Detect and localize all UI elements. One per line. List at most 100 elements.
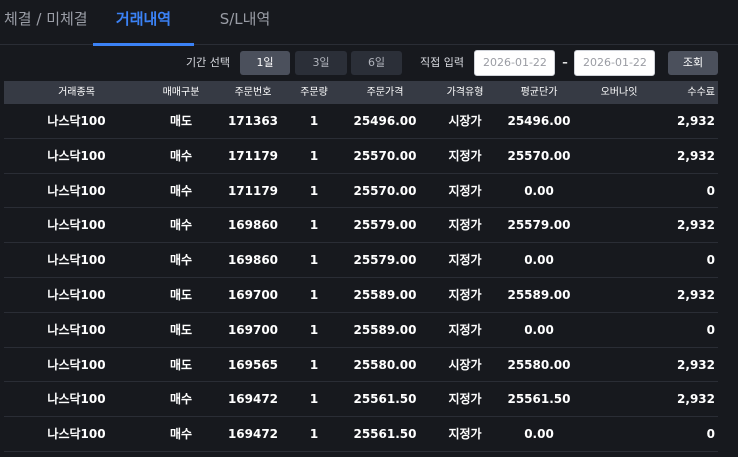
cell-side: 매수 xyxy=(169,253,193,268)
cell-price-type: 지정가 xyxy=(448,253,482,268)
cell-price-type: 지정가 xyxy=(448,392,482,407)
cell-side: 매수 xyxy=(169,148,193,163)
cell-fee: 0 xyxy=(706,322,715,337)
cell-overnight xyxy=(583,104,655,138)
cell-qty: 1 xyxy=(309,183,319,198)
tab-executions[interactable]: 체결 / 미체결 xyxy=(4,0,88,45)
table-body: 나스닥100 매도 171363 1 25496.00 시장가 25496.00… xyxy=(4,104,718,452)
cell-order-price: 25580.00 xyxy=(353,357,417,372)
cell-side: 매수 xyxy=(169,183,193,198)
cell-order-no: 169860 xyxy=(227,253,279,268)
table-row[interactable]: 나스닥100 매도 171363 1 25496.00 시장가 25496.00… xyxy=(4,104,718,139)
col-fee: 수수료 xyxy=(687,87,715,98)
cell-side: 매도 xyxy=(169,322,193,337)
cell-price-type: 지정가 xyxy=(448,183,482,198)
table-header: 거래종목 매매구분 주문번호 주문량 주문가격 가격유형 평균단가 오버나잇 수… xyxy=(4,81,718,104)
tab-bar: 체결 / 미체결 거래내역 S/L내역 xyxy=(0,0,738,46)
cell-symbol: 나스닥100 xyxy=(47,322,106,337)
cell-avg-price: 25496.00 xyxy=(507,114,571,128)
cell-symbol: 나스닥100 xyxy=(47,253,106,268)
cell-qty: 1 xyxy=(309,322,319,337)
cell-symbol: 나스닥100 xyxy=(47,392,106,407)
cell-avg-price: 25589.00 xyxy=(507,287,571,302)
cell-fee: 2,932 xyxy=(677,218,715,233)
col-qty: 주문량 xyxy=(300,87,328,98)
cell-avg-price: 25561.50 xyxy=(507,392,571,407)
tab-trade-history[interactable]: 거래내역 xyxy=(93,0,194,46)
cell-avg-price: 0.00 xyxy=(524,322,554,337)
table-row[interactable]: 나스닥100 매수 171179 1 25570.00 지정가 25570.00… xyxy=(4,139,718,174)
cell-fee: 2,932 xyxy=(677,148,715,163)
search-button[interactable]: 조회 xyxy=(668,51,718,75)
cell-price-type: 시장가 xyxy=(448,357,482,372)
cell-qty: 1 xyxy=(309,427,319,442)
cell-order-price: 25570.00 xyxy=(353,148,417,163)
cell-qty: 1 xyxy=(309,287,319,302)
cell-order-price: 25561.50 xyxy=(353,392,417,407)
period-3day-button[interactable]: 3일 xyxy=(295,51,347,75)
cell-avg-price: 25579.00 xyxy=(507,218,571,233)
cell-overnight xyxy=(583,348,655,382)
cell-qty: 1 xyxy=(309,357,319,372)
cell-fee: 0 xyxy=(706,183,715,198)
cell-fee: 2,932 xyxy=(677,287,715,302)
cell-overnight xyxy=(583,243,655,277)
table-row[interactable]: 나스닥100 매수 169860 1 25579.00 지정가 25579.00… xyxy=(4,208,718,244)
tab-sl-history[interactable]: S/L내역 xyxy=(214,0,276,45)
cell-symbol: 나스닥100 xyxy=(47,218,106,233)
date-from-field[interactable]: 2026-01-22 xyxy=(474,50,555,76)
period-6day-button[interactable]: 6일 xyxy=(351,51,402,75)
cell-side: 매수 xyxy=(169,427,193,442)
cell-symbol: 나스닥100 xyxy=(47,183,106,198)
period-label: 기간 선택 xyxy=(186,56,230,69)
cell-overnight xyxy=(583,174,655,208)
table-row[interactable]: 나스닥100 매도 169565 1 25580.00 시장가 25580.00… xyxy=(4,348,718,383)
cell-overnight xyxy=(583,139,655,173)
cell-price-type: 시장가 xyxy=(448,114,482,128)
cell-side: 매도 xyxy=(169,114,193,128)
cell-overnight xyxy=(583,313,655,347)
col-price-type: 가격유형 xyxy=(446,87,484,98)
cell-price-type: 지정가 xyxy=(448,287,482,302)
period-1day-button[interactable]: 1일 xyxy=(240,51,290,75)
cell-order-price: 25570.00 xyxy=(353,183,417,198)
cell-order-price: 25579.00 xyxy=(353,218,417,233)
cell-overnight xyxy=(583,417,655,451)
cell-avg-price: 0.00 xyxy=(524,183,554,198)
table-row[interactable]: 나스닥100 매도 169700 1 25589.00 지정가 0.00 0 xyxy=(4,313,718,348)
cell-fee: 2,932 xyxy=(677,357,715,372)
cell-price-type: 지정가 xyxy=(448,148,482,163)
cell-order-no: 171179 xyxy=(227,148,279,163)
direct-input-label: 직접 입력 xyxy=(420,56,464,69)
cell-overnight xyxy=(583,278,655,312)
cell-avg-price: 25570.00 xyxy=(507,148,571,163)
cell-fee: 2,932 xyxy=(677,114,715,128)
cell-side: 매도 xyxy=(169,357,193,372)
table-row[interactable]: 나스닥100 매수 169472 1 25561.50 지정가 25561.50… xyxy=(4,382,718,418)
cell-order-no: 169700 xyxy=(227,287,279,302)
cell-qty: 1 xyxy=(309,253,319,268)
table-row[interactable]: 나스닥100 매수 169860 1 25579.00 지정가 0.00 0 xyxy=(4,243,718,278)
cell-symbol: 나스닥100 xyxy=(47,427,106,442)
cell-order-no: 169860 xyxy=(227,218,279,233)
cell-price-type: 지정가 xyxy=(448,427,482,442)
cell-order-price: 25579.00 xyxy=(353,253,417,268)
cell-price-type: 지정가 xyxy=(448,322,482,337)
cell-order-price: 25589.00 xyxy=(353,287,417,302)
cell-order-no: 171363 xyxy=(227,114,279,128)
date-to-field[interactable]: 2026-01-22 xyxy=(574,50,655,76)
cell-order-no: 169472 xyxy=(227,427,279,442)
date-separator: – xyxy=(562,56,568,69)
table-row[interactable]: 나스닥100 매수 169472 1 25561.50 지정가 0.00 0 xyxy=(4,417,718,452)
cell-fee: 2,932 xyxy=(677,392,715,407)
cell-fee: 0 xyxy=(706,427,715,442)
table-row[interactable]: 나스닥100 매도 169700 1 25589.00 지정가 25589.00… xyxy=(4,278,718,313)
cell-order-price: 25589.00 xyxy=(353,322,417,337)
col-overnight: 오버나잇 xyxy=(600,87,638,98)
cell-order-no: 169472 xyxy=(227,392,279,407)
col-symbol: 거래종목 xyxy=(58,87,95,98)
table-row[interactable]: 나스닥100 매수 171179 1 25570.00 지정가 0.00 0 xyxy=(4,174,718,209)
col-avg-price: 평균단가 xyxy=(520,87,558,98)
cell-symbol: 나스닥100 xyxy=(47,357,106,372)
cell-fee: 0 xyxy=(706,253,715,268)
